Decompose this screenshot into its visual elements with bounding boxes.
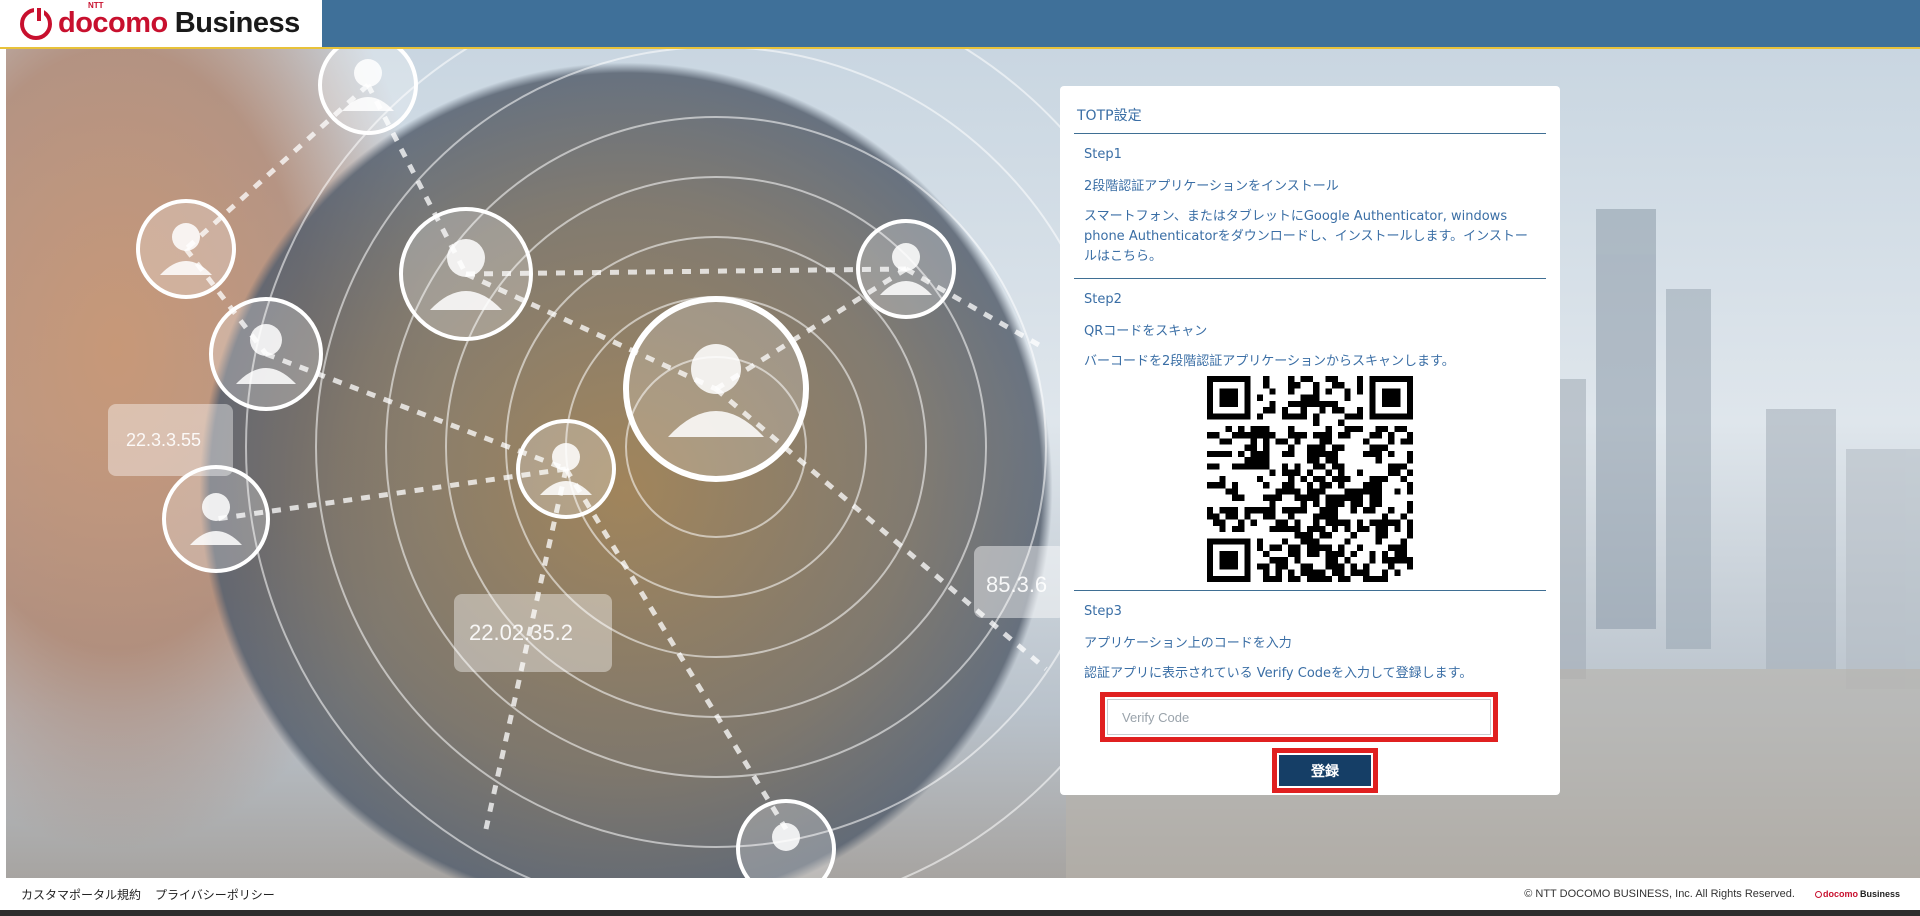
- copyright-text: © NTT DOCOMO BUSINESS, Inc. All Rights R…: [1524, 888, 1795, 900]
- ip-bubble-text: 85.3.6: [986, 572, 1047, 597]
- qr-code-image: [1207, 376, 1413, 582]
- step1-section: Step1 2段階認証アプリケーションをインストール スマートフォン、またはタブ…: [1074, 134, 1546, 279]
- verify-code-highlight: [1100, 692, 1498, 742]
- hero-background-image: 22.3.3.55 22.02.35.2 85.3.6: [6, 49, 1920, 878]
- network-globe-illustration: 22.3.3.55 22.02.35.2 85.3.6: [108, 49, 1920, 878]
- step3-heading: アプリケーション上のコードを入力: [1084, 636, 1292, 651]
- step2-section: Step2 QRコードをスキャン バーコードを2段階認証アプリケーションからスキ…: [1074, 279, 1546, 591]
- step2-label: Step2: [1084, 292, 1122, 307]
- logo-docomo-text: docomo: [58, 7, 168, 39]
- footer: カスタマポータル規約 プライバシーポリシー © NTT DOCOMO BUSIN…: [6, 878, 1914, 910]
- ip-bubble-text: 22.3.3.55: [126, 430, 201, 450]
- privacy-policy-link[interactable]: プライバシーポリシー: [155, 886, 275, 903]
- ip-bubble-text: 22.02.35.2: [469, 620, 573, 645]
- logo-business-text: Business: [174, 7, 300, 39]
- docomo-ring-icon: [20, 7, 52, 40]
- step3-description: 認証アプリに表示されている Verify Codeを入力して登録します。: [1084, 666, 1473, 681]
- register-button[interactable]: 登録: [1279, 755, 1371, 786]
- footer-docomo-logo: docomo Business: [1814, 889, 1900, 899]
- docomo-business-logo[interactable]: NTT docomo Business: [0, 0, 322, 47]
- step1-description: スマートフォン、またはタブレットにGoogle Authenticator, w…: [1084, 209, 1528, 264]
- step3-section: Step3 アプリケーション上のコードを入力 認証アプリに表示されている Ver…: [1074, 591, 1546, 684]
- totp-settings-card: TOTP設定 Step1 2段階認証アプリケーションをインストール スマートフォ…: [1060, 86, 1560, 795]
- top-header: NTT docomo Business: [0, 0, 1920, 49]
- step2-heading: QRコードをスキャン: [1084, 324, 1208, 339]
- step1-heading: 2段階認証アプリケーションをインストール: [1084, 179, 1339, 194]
- window-bottom-edge: [0, 910, 1920, 916]
- step3-label: Step3: [1084, 604, 1122, 619]
- verify-code-input[interactable]: [1107, 699, 1491, 735]
- step2-description: バーコードを2段階認証アプリケーションからスキャンします。: [1084, 354, 1455, 369]
- submit-button-highlight: 登録: [1272, 748, 1378, 793]
- terms-link[interactable]: カスタマポータル規約: [21, 886, 141, 903]
- step1-label: Step1: [1084, 147, 1122, 162]
- logo-ntt-text: NTT: [88, 1, 104, 10]
- docomo-ring-icon: [1814, 890, 1822, 898]
- card-title: TOTP設定: [1074, 86, 1546, 134]
